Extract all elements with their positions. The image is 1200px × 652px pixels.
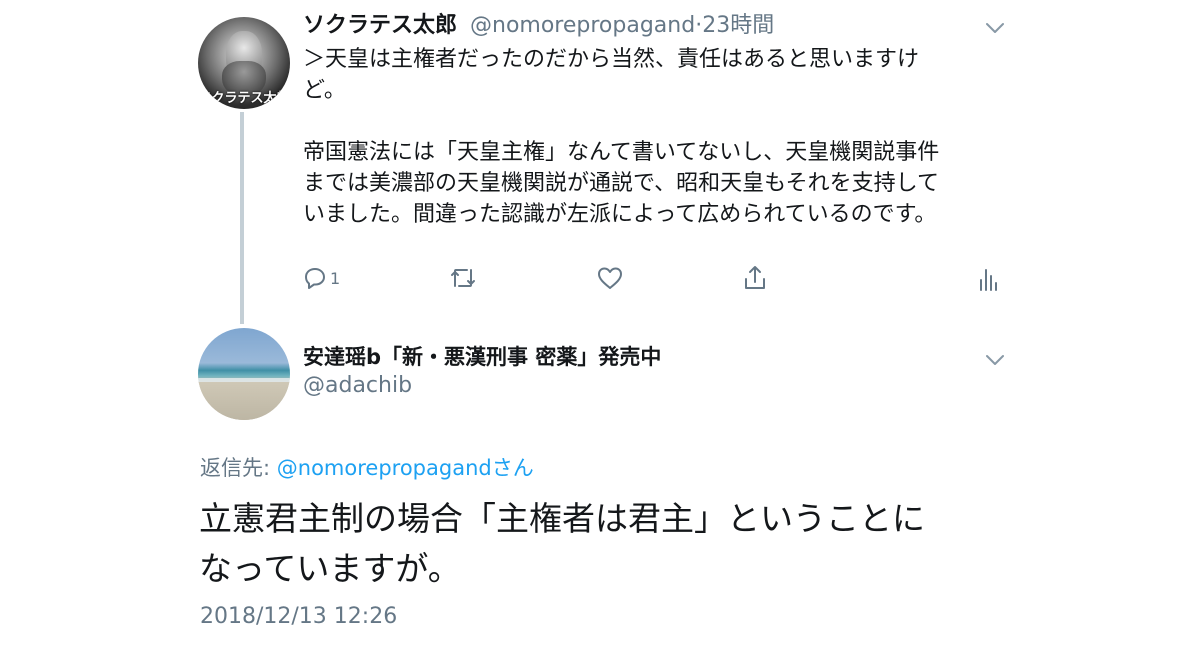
thread-connector-line xyxy=(240,112,244,324)
tweet2-main-text: 立憲君主制の場合「主権者は君主」ということに なっていますが。 xyxy=(199,494,1019,594)
reply-icon xyxy=(302,265,328,291)
tweet1-header: ソクラテス太郎 @nomorepropagand·23時間 xyxy=(303,10,774,42)
like-button[interactable] xyxy=(596,262,624,294)
retweet-icon xyxy=(448,265,478,291)
reply-count: 1 xyxy=(330,268,341,288)
avatar-socrates-taro[interactable]: ソクラテス太郎 xyxy=(198,17,290,109)
reply-button[interactable]: 1 xyxy=(302,262,340,294)
tweet1-time[interactable]: 23時間 xyxy=(702,13,774,38)
reply-to-line: 返信先: @nomorepropagandさん xyxy=(200,452,534,482)
avatar-beach-sand xyxy=(198,382,290,420)
retweet-button[interactable] xyxy=(448,262,478,294)
tweet-thread-page: ソクラテス太郎 ソクラテス太郎 @nomorepropagand·23時間 ＞天… xyxy=(0,0,1200,652)
chevron-down-icon[interactable] xyxy=(986,22,1004,34)
share-icon xyxy=(742,264,768,292)
tweet1-body: ＞天皇は主権者だったのだから当然、責任はあると思いますけ ど。 帝国憲法には「天… xyxy=(303,44,983,230)
chevron-down-icon[interactable] xyxy=(986,354,1004,366)
tweet2-timestamp[interactable]: 2018/12/13 12:26 xyxy=(200,604,397,629)
tweet2-handle[interactable]: @adachib xyxy=(303,373,412,398)
avatar-overlay-text: ソクラテス太郎 xyxy=(198,91,290,106)
reply-to-suffix: さん xyxy=(491,456,534,480)
analytics-button[interactable] xyxy=(978,262,998,294)
avatar-adachib[interactable] xyxy=(198,328,290,420)
tweet1-body-line: いました。間違った認識が左派によって広められているのです。 xyxy=(303,202,937,227)
reply-to-mention-link[interactable]: @nomorepropagand xyxy=(277,456,492,480)
tweet2-text-line: 立憲君主制の場合「主権者は君主」ということに xyxy=(199,499,925,538)
tweet1-body-line: 帝国憲法には「天皇主権」なんて書いてないし、天皇機関説事件 xyxy=(303,140,940,165)
heart-icon xyxy=(596,265,624,291)
tweet1-action-bar: 1 xyxy=(300,262,1010,294)
analytics-icon xyxy=(978,264,998,292)
share-button[interactable] xyxy=(742,262,768,294)
tweet2-display-name[interactable]: 安達瑶b「新・悪漢刑事 密薬」発売中 xyxy=(303,341,661,371)
tweet1-body-line: ど。 xyxy=(303,78,346,103)
tweet1-body-line: までは美濃部の天皇機関説が通説で、昭和天皇もそれを支持して xyxy=(303,171,940,196)
tweet1-body-line: ＞天皇は主権者だったのだから当然、責任はあると思いますけ xyxy=(303,47,920,72)
tweet1-handle[interactable]: @nomorepropagand xyxy=(470,13,695,38)
tweet1-display-name[interactable]: ソクラテス太郎 xyxy=(303,13,457,38)
reply-to-prefix: 返信先: xyxy=(200,456,277,480)
tweet2-text-line: なっていますが。 xyxy=(199,549,461,588)
